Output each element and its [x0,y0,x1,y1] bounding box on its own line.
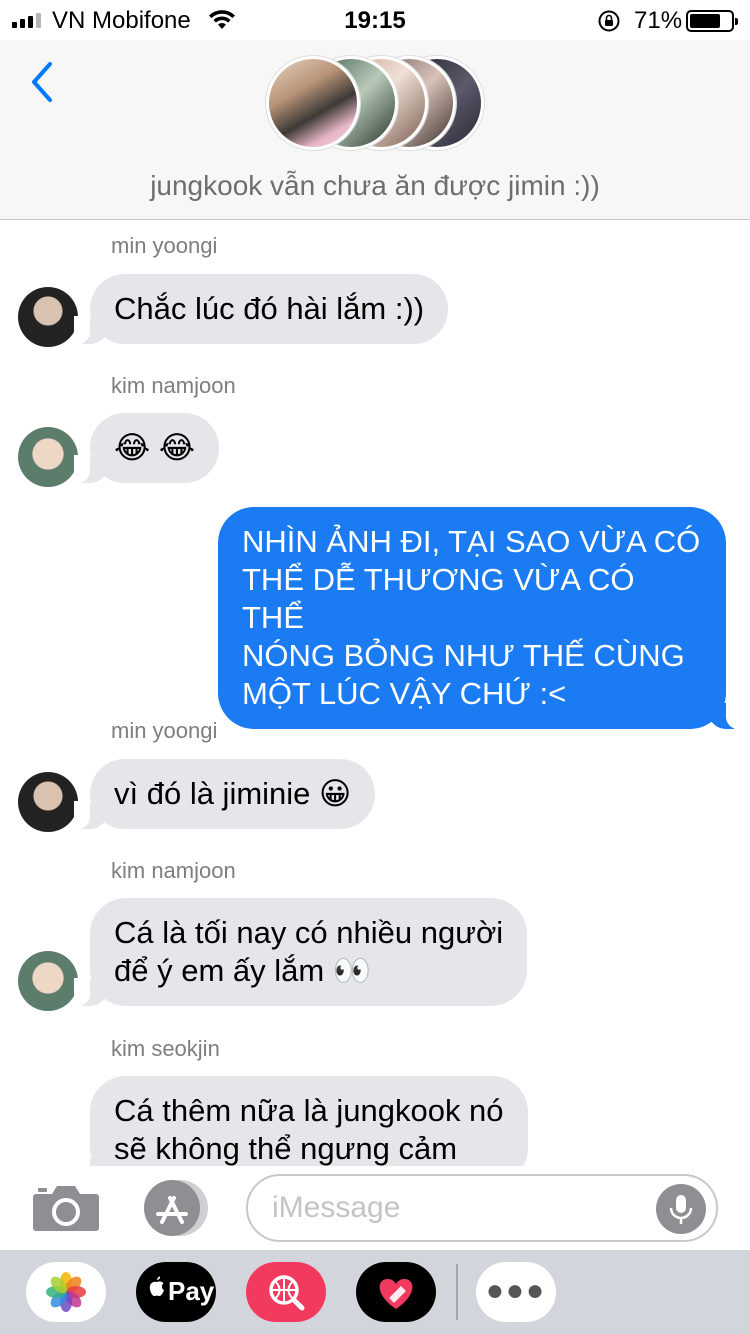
web-search-icon[interactable] [246,1262,326,1322]
microphone-icon[interactable] [656,1184,706,1234]
camera-icon[interactable] [32,1182,100,1232]
avatar[interactable] [18,427,78,487]
drawer-divider [456,1264,458,1320]
incoming-message[interactable]: 😂 😂 [73,413,220,483]
sender-name: kim seokjin [111,1036,220,1061]
app-store-icon[interactable] [140,1178,212,1238]
group-avatar-stack[interactable] [266,56,486,150]
apple-pay-button[interactable]: Pay [136,1262,216,1322]
chevron-left-icon[interactable] [26,60,58,104]
status-bar: VN Mobifone 19:15 71% [0,0,750,40]
compose-bar [0,1166,750,1250]
message-input-field[interactable] [246,1174,718,1242]
sender-name: kim namjoon [111,858,236,883]
heart-icon[interactable] [356,1262,436,1322]
incoming-message[interactable]: Cá thêm nữa là jungkook nó sẽ không thể … [74,1076,528,1166]
apple-pay-label: Pay [168,1276,215,1306]
rotation-lock-icon [598,10,620,32]
avatar[interactable] [18,772,78,832]
avatar[interactable] [18,287,78,347]
group-title[interactable]: jungkook vẫn chưa ăn được jimin :)) [0,170,750,202]
battery-icon [686,10,738,32]
incoming-message[interactable]: Chắc lúc đó hài lắm :)) [73,274,449,344]
app-drawer: Pay ●●● [0,1250,750,1334]
sender-name: kim namjoon [111,373,236,398]
battery-percent: 71% [634,7,683,34]
avatar[interactable] [18,951,78,1011]
incoming-message[interactable]: Cá là tối nay có nhiều người để ý em ấy … [73,898,528,1006]
sender-name: min yoongi [111,718,218,743]
photos-icon[interactable] [26,1262,106,1322]
message-list[interactable]: min yoongi Chắc lúc đó hài lắm :)) kim n… [0,221,750,1166]
apple-logo-icon [149,1276,164,1297]
conversation-header: jungkook vẫn chưa ăn được jimin :)) [0,40,750,220]
message-input[interactable] [272,1188,642,1228]
sender-name: min yoongi [111,233,218,258]
outgoing-message[interactable]: NHÌN ẢNH ĐI, TẠI SAO VỪA CÓ THỂ DỄ THƯƠN… [218,507,742,729]
group-avatar [266,56,360,150]
incoming-message[interactable]: vì đó là jiminie 😀 [73,759,376,829]
more-icon[interactable]: ●●● [476,1262,556,1322]
